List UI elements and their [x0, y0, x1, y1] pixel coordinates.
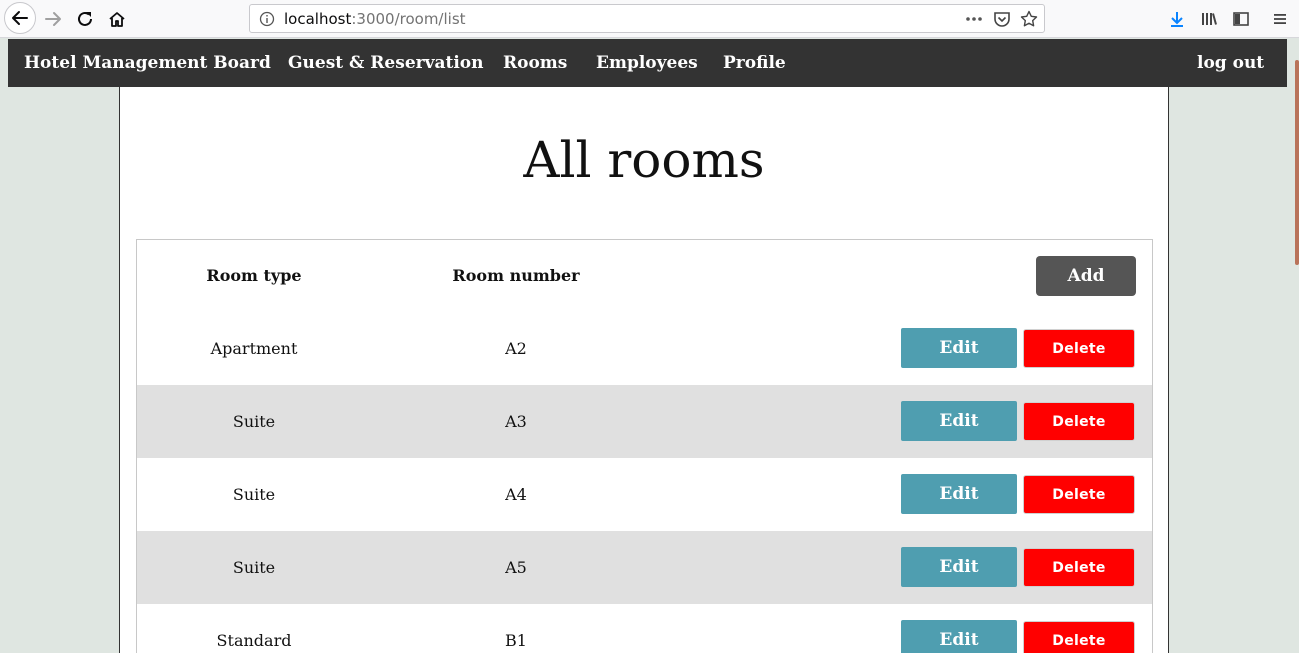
library-icon[interactable]: [1195, 5, 1223, 33]
forward-icon[interactable]: [39, 5, 67, 33]
menu-icon[interactable]: [1266, 5, 1294, 33]
table-row: Standard B1 Edit Delete: [137, 604, 1152, 653]
room-type-cell: Suite: [232, 558, 276, 577]
back-icon[interactable]: [4, 2, 36, 34]
room-type-cell: Apartment: [210, 339, 298, 358]
room-number-cell: A2: [505, 339, 527, 358]
table-row: Suite A5 Edit Delete: [137, 531, 1152, 604]
edit-button[interactable]: Edit: [901, 401, 1017, 441]
delete-button[interactable]: Delete: [1023, 329, 1135, 368]
url-text[interactable]: localhost:3000/room/list: [284, 10, 466, 28]
app-navbar: Hotel Management Board Guest & Reservati…: [8, 39, 1287, 87]
sidebar-icon[interactable]: [1227, 5, 1255, 33]
more-icon[interactable]: [964, 10, 984, 32]
url-bar[interactable]: localhost:3000/room/list: [249, 4, 1045, 33]
nav-item-employees[interactable]: Employees: [596, 53, 698, 73]
info-icon[interactable]: [259, 11, 275, 31]
room-number-cell: B1: [505, 631, 527, 650]
delete-button[interactable]: Delete: [1023, 548, 1135, 587]
room-number-cell: A4: [505, 485, 527, 504]
room-type-cell: Suite: [232, 412, 276, 431]
reload-icon[interactable]: [71, 5, 99, 33]
page-title: All rooms: [523, 131, 765, 189]
table-row: Suite A3 Edit Delete: [137, 385, 1152, 458]
edit-button[interactable]: Edit: [901, 474, 1017, 514]
delete-button[interactable]: Delete: [1023, 621, 1135, 653]
nav-item-profile[interactable]: Profile: [723, 53, 786, 73]
nav-item-rooms[interactable]: Rooms: [503, 53, 567, 73]
edit-button[interactable]: Edit: [901, 620, 1017, 653]
room-number-cell: A3: [505, 412, 527, 431]
bookmark-star-icon[interactable]: [1020, 10, 1038, 32]
add-room-button[interactable]: Add: [1036, 256, 1136, 296]
nav-brand[interactable]: Hotel Management Board: [24, 53, 271, 73]
url-host: localhost: [284, 10, 352, 28]
pocket-icon[interactable]: [993, 10, 1011, 32]
room-type-cell: Suite: [232, 485, 276, 504]
scrollbar-thumb[interactable]: [1295, 60, 1299, 265]
table-row: Suite A4 Edit Delete: [137, 458, 1152, 531]
delete-button[interactable]: Delete: [1023, 402, 1135, 441]
delete-button[interactable]: Delete: [1023, 475, 1135, 514]
browser-toolbar: localhost:3000/room/list: [0, 0, 1299, 38]
rooms-table: Room type Room number Add Apartment A2 E…: [136, 239, 1153, 653]
table-row: Apartment A2 Edit Delete: [137, 312, 1152, 385]
room-number-cell: A5: [505, 558, 527, 577]
room-type-cell: Standard: [216, 631, 292, 650]
header-room-number: Room number: [452, 266, 580, 285]
download-icon[interactable]: [1163, 5, 1191, 33]
url-path: :3000/room/list: [351, 10, 466, 28]
home-icon[interactable]: [103, 5, 131, 33]
nav-item-guest-reservation[interactable]: Guest & Reservation: [288, 53, 484, 73]
edit-button[interactable]: Edit: [901, 547, 1017, 587]
header-room-type: Room type: [206, 266, 302, 285]
logout-link[interactable]: log out: [1197, 53, 1264, 73]
main-content: All rooms Room type Room number Add Apar…: [119, 87, 1169, 653]
edit-button[interactable]: Edit: [901, 328, 1017, 368]
